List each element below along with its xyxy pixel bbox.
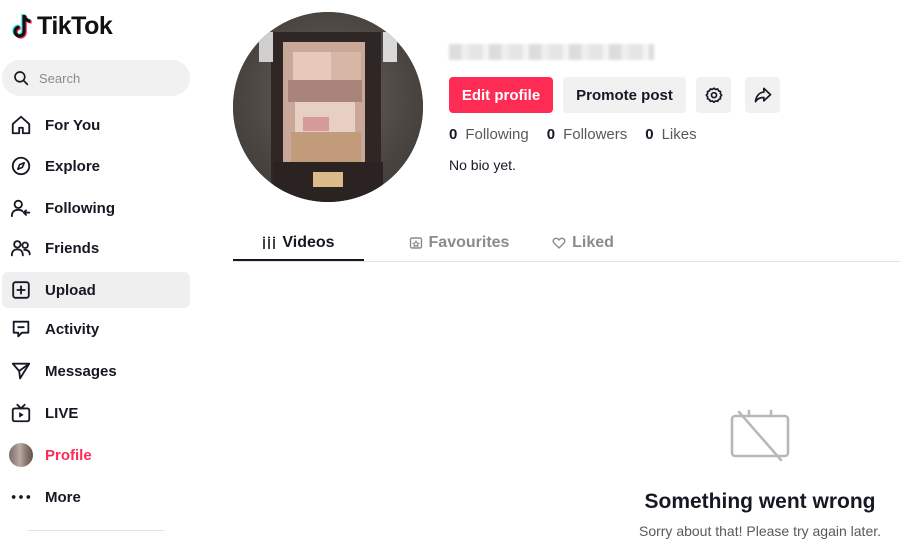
stat-value: 0 (546, 126, 556, 143)
sidebar-item-label: Explore (45, 157, 101, 175)
grid-icon (263, 236, 276, 249)
sidebar-item-label: Upload (45, 281, 96, 299)
tab-label: Favourites (428, 233, 510, 251)
stat-label: Following (465, 126, 529, 143)
stat-value: 0 (449, 126, 458, 143)
tab-label: Videos (282, 233, 335, 251)
sidebar-item-live[interactable]: LIVE (2, 395, 190, 431)
settings-button[interactable] (696, 77, 731, 113)
share-button[interactable] (745, 77, 780, 113)
stat-label: Likes (661, 126, 697, 143)
sidebar-item-for-you[interactable]: For You (2, 107, 190, 143)
sidebar-item-following[interactable]: Following (2, 190, 190, 226)
sidebar-item-messages[interactable]: Messages (2, 353, 190, 389)
sidebar-item-activity[interactable]: Activity (2, 311, 190, 347)
sidebar-item-label: More (45, 488, 81, 506)
search-icon (14, 71, 29, 86)
tiktok-logo-icon (12, 13, 32, 39)
profile-tabs: Videos Favourites Liked (233, 224, 900, 262)
search-bar[interactable] (2, 60, 190, 96)
tv-icon (11, 403, 31, 423)
sidebar-item-upload[interactable]: Upload (2, 272, 190, 308)
heart-icon (552, 237, 566, 249)
send-icon (11, 362, 31, 380)
tab-liked[interactable]: Liked (523, 224, 643, 261)
sidebar: TikTok For You Explore Following (0, 0, 200, 545)
stat-following[interactable]: 0 Following (449, 126, 529, 143)
stat-followers[interactable]: 0 Followers (547, 126, 628, 143)
error-message: Sorry about that! Please try again later… (638, 523, 882, 539)
sidebar-item-label: For You (45, 116, 101, 134)
promote-post-button[interactable]: Promote post (563, 77, 686, 113)
sidebar-item-label: Profile (45, 446, 92, 464)
friends-icon (10, 240, 31, 257)
error-title: Something went wrong (644, 490, 876, 513)
sidebar-item-label: Friends (45, 239, 100, 257)
profile-avatar[interactable] (233, 12, 423, 202)
tiktok-logo[interactable]: TikTok (10, 12, 113, 41)
sidebar-item-label: Activity (45, 320, 100, 338)
sidebar-item-label: Messages (45, 362, 117, 380)
stat-likes: 0 Likes (645, 126, 696, 143)
stat-value: 0 (645, 126, 654, 143)
bookmark-icon (409, 236, 422, 249)
plus-square-icon (12, 281, 30, 299)
avatar (9, 443, 33, 467)
sidebar-divider (28, 530, 164, 531)
sidebar-item-profile[interactable]: Profile (2, 437, 190, 473)
search-input[interactable] (39, 70, 179, 86)
profile-stats: 0 Following 0 Followers 0 Likes (449, 126, 715, 143)
sidebar-item-label: LIVE (45, 404, 79, 422)
profile-bio: No bio yet. (449, 157, 516, 173)
active-tab-indicator (233, 259, 364, 261)
no-signal-icon (730, 409, 790, 462)
ellipsis-icon (11, 495, 31, 499)
gear-icon (705, 87, 722, 103)
message-square-icon (12, 320, 30, 338)
logo-text: TikTok (37, 12, 113, 40)
stat-label: Followers (563, 126, 628, 143)
share-icon (754, 87, 771, 103)
sidebar-item-label: Following (45, 199, 115, 217)
sidebar-item-friends[interactable]: Friends (2, 230, 190, 266)
user-follow-icon (10, 199, 31, 218)
username-obscured (449, 44, 654, 60)
tab-label: Liked (572, 233, 614, 251)
home-icon (11, 115, 31, 135)
compass-icon (11, 156, 31, 176)
sidebar-item-more[interactable]: More (2, 479, 190, 515)
tab-videos[interactable]: Videos (233, 224, 364, 261)
sidebar-item-explore[interactable]: Explore (2, 148, 190, 184)
edit-profile-button[interactable]: Edit profile (449, 77, 553, 113)
tiktok-profile-page: TikTok For You Explore Following (0, 0, 900, 545)
